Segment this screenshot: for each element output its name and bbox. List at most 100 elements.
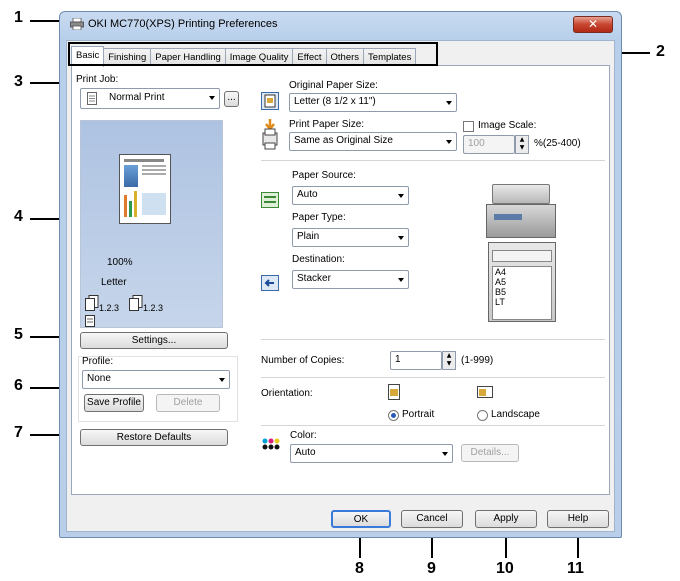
portrait-radio[interactable] [388,410,399,421]
chevron-down-icon [398,194,404,198]
destination-icon [261,275,279,291]
callout-2: 2 [656,43,665,60]
details-button[interactable]: Details... [461,444,519,462]
settings-button[interactable]: Settings... [80,332,228,349]
landscape-label: Landscape [491,409,540,420]
original-size-select[interactable]: Letter (8 1/2 x 11") [289,93,457,112]
image-scale-checkbox[interactable] [463,121,474,132]
close-button[interactable]: ✕ [573,16,613,33]
print-preview: 100% Letter 1.2.3 1.2.3 [80,120,223,328]
callout-6-line [30,387,62,389]
profile-select[interactable]: None [82,370,230,389]
print-job-label: Print Job: [76,74,119,85]
callout-9: 9 [427,560,436,577]
chevron-down-icon [398,278,404,282]
apply-button[interactable]: Apply [475,510,537,528]
chevron-down-icon [219,378,225,382]
landscape-radio[interactable] [477,410,488,421]
original-size-label: Original Paper Size: [289,80,378,91]
paper-type-value: Plain [297,231,320,242]
portrait-icon [388,384,400,400]
image-scale-input[interactable]: 100 [463,135,515,154]
window-title: OKI MC770(XPS) Printing Preferences [88,18,278,30]
callout-8: 8 [355,560,364,577]
original-size-icon [261,92,279,110]
image-scale-range: %(25-400) [534,138,581,149]
preview-zoom: 100% [107,257,133,268]
separator [261,160,605,161]
separator [261,425,605,426]
color-select[interactable]: Auto [290,444,453,463]
print-job-more-button[interactable]: ... [224,91,239,107]
landscape-icon [477,386,493,398]
chevron-down-icon [398,236,404,240]
callout-3: 3 [14,73,23,90]
paper-source-select[interactable]: Auto [292,186,409,205]
copies-spinner[interactable]: ▲ ▼ [442,351,456,370]
color-icon [262,438,280,450]
print-job-select[interactable]: Normal Print [80,88,220,109]
dialog-client: Basic Finishing Paper Handling Image Qua… [66,40,615,532]
callout-7: 7 [14,424,23,441]
image-scale-value: 100 [468,138,485,149]
paper-source-icon [261,192,279,208]
portrait-label: Portrait [402,409,435,420]
help-button[interactable]: Help [547,510,609,528]
delete-profile-button[interactable]: Delete [156,394,220,412]
orientation-label: Orientation: [261,388,313,399]
print-size-select[interactable]: Same as Original Size [289,132,457,151]
chevron-down-icon [209,96,215,100]
tray-1: A4 [495,267,507,277]
chevron-down-icon [442,452,448,456]
callout-1-line [30,20,62,22]
cancel-button[interactable]: Cancel [401,510,463,528]
image-scale-spinner[interactable]: ▲ ▼ [515,135,529,154]
chevron-down-icon [446,140,452,144]
callout-2-box [68,42,438,66]
document-icon [87,92,97,105]
print-size-icon [262,119,278,150]
collate-label-1: 1.2.3 [99,303,120,313]
callout-11: 11 [567,560,584,577]
image-scale-label: Image Scale: [478,120,537,131]
print-job-value: Normal Print [109,92,165,103]
tray-3: B5 [495,287,507,297]
chevron-down-icon [446,101,452,105]
printer-icon [70,18,84,30]
collate-icon [85,295,99,311]
tray-4: LT [495,297,505,307]
callout-1: 1 [14,9,23,26]
title-bar[interactable]: OKI MC770(XPS) Printing Preferences ✕ [60,12,621,38]
profile-label: Profile: [82,356,114,367]
preview-page [119,154,171,224]
preview-paper: Letter [101,277,127,288]
paper-type-label: Paper Type: [292,212,346,223]
destination-label: Destination: [292,254,345,265]
destination-value: Stacker [297,273,331,284]
duplex-icon [85,315,95,327]
paper-type-select[interactable]: Plain [292,228,409,247]
color-value: Auto [295,447,316,458]
color-label: Color: [290,430,317,441]
destination-select[interactable]: Stacker [292,270,409,289]
close-icon: ✕ [587,17,599,31]
copies-range: (1-999) [461,355,494,366]
basic-tab-page: Print Job: Normal Print ... 100% Letter … [71,65,610,495]
copies-input[interactable]: 1 [390,351,442,370]
copies-label: Number of Copies: [261,355,345,366]
callout-5: 5 [14,326,23,343]
callout-10: 10 [496,560,514,577]
copies-value: 1 [395,354,401,365]
printing-preferences-window: OKI MC770(XPS) Printing Preferences ✕ Ba… [59,11,622,538]
ok-button[interactable]: OK [331,510,391,528]
profile-value: None [87,373,111,384]
paper-source-value: Auto [297,189,318,200]
paper-source-label: Paper Source: [292,170,356,181]
separator [261,377,605,378]
original-size-value: Letter (8 1/2 x 11") [294,96,376,107]
save-profile-button[interactable]: Save Profile [84,394,144,412]
print-size-value: Same as Original Size [294,135,393,146]
restore-defaults-button[interactable]: Restore Defaults [80,429,228,446]
tray-2: A5 [495,277,507,287]
callout-4-line [30,218,62,220]
